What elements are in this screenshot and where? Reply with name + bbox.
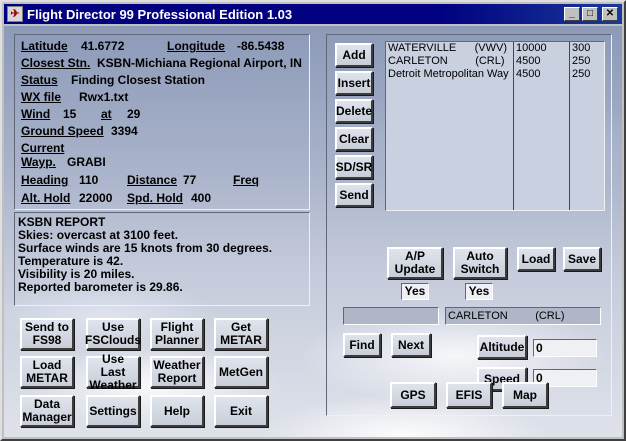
spd-hold-label: Spd. Hold (127, 191, 183, 205)
list-item[interactable]: 4500 (514, 68, 568, 81)
maximize-button[interactable]: □ (582, 7, 598, 21)
gps-button[interactable]: GPS (390, 382, 436, 408)
use-fsclouds-button[interactable]: Use FSClouds (85, 318, 141, 350)
flight-info-panel: Latitude 41.6772 Longitude -86.5438 Clos… (14, 34, 310, 210)
list-item[interactable]: 300 (570, 42, 605, 55)
wx-file-value: Rwx1.txt (79, 90, 129, 104)
flight-plan-panel: Add Insert Delete Clear SD/SR Send WATER… (326, 34, 612, 416)
waypoint-altitude-column: 10000 4500 4500 (513, 42, 568, 210)
button-label: METAR (26, 371, 68, 385)
client-area: Latitude 41.6772 Longitude -86.5438 Clos… (4, 26, 622, 437)
find-button[interactable]: Find (343, 333, 381, 357)
altitude-button[interactable]: Altitude (477, 335, 527, 359)
heading-label: Heading (21, 173, 69, 187)
use-last-weather-button[interactable]: Use Last Weather (86, 351, 140, 391)
next-button[interactable]: Next (391, 333, 431, 357)
metgen-button[interactable]: MetGen (214, 356, 268, 388)
button-label: Manager (22, 410, 72, 424)
freq-label: Freq (233, 173, 260, 187)
auto-switch-state: Yes (465, 283, 493, 300)
list-item[interactable]: 10000 (514, 42, 568, 55)
status-label: Status (21, 73, 58, 87)
exit-button[interactable]: Exit (214, 395, 268, 427)
wind-value: 15 (63, 107, 77, 121)
weather-report-panel: KSBN REPORT Skies: overcast at 3100 feet… (14, 212, 310, 306)
button-label: Use Last (100, 351, 126, 379)
wind-at-value: 29 (127, 107, 141, 121)
save-plan-button[interactable]: Save (563, 247, 601, 271)
button-label: FS98 (32, 333, 62, 347)
longitude-label: Longitude (167, 39, 225, 53)
waypoint-value: GRABI (67, 155, 106, 169)
map-button[interactable]: Map (502, 382, 548, 408)
status-value: Finding Closest Station (71, 73, 205, 87)
closest-station-value: KSBN-Michiana Regional Airport, IN (97, 56, 302, 70)
button-label: Report (157, 371, 197, 385)
load-metar-button[interactable]: Load METAR (20, 356, 74, 388)
waypoint-name-column: WATERVILLE (VWV) CARLETON (CRL) Detroit … (386, 42, 512, 210)
alt-hold-label: Alt. Hold (21, 191, 71, 205)
button-label: FSClouds (85, 333, 141, 347)
report-line: Reported barometer is 29.86. (18, 280, 183, 294)
ap-update-button[interactable]: A/P Update (387, 247, 443, 279)
window-title: Flight Director 99 Professional Edition … (27, 6, 293, 22)
app-window: ✈ Flight Director 99 Professional Editio… (0, 0, 626, 441)
add-waypoint-button[interactable]: Add (335, 43, 373, 67)
settings-button[interactable]: Settings (86, 395, 140, 427)
title-bar[interactable]: ✈ Flight Director 99 Professional Editio… (4, 4, 622, 24)
help-button[interactable]: Help (150, 395, 204, 427)
latitude-value: 41.6772 (81, 39, 125, 53)
send-plan-button[interactable]: Send (335, 183, 373, 207)
longitude-value: -86.5438 (237, 39, 285, 53)
latitude-label: Latitude (21, 39, 68, 53)
ground-speed-label: Ground Speed (21, 124, 104, 138)
ap-update-state: Yes (401, 283, 429, 300)
clear-plan-button[interactable]: Clear (335, 127, 373, 151)
minimize-button[interactable]: _ (564, 7, 580, 21)
heading-value: 110 (79, 173, 99, 187)
selected-waypoint-field[interactable]: CARLETON (CRL) (445, 307, 601, 325)
wx-file-label: WX file (21, 90, 62, 104)
distance-label: Distance (127, 173, 178, 187)
button-label: Weather (89, 377, 137, 392)
distance-value: 77 (183, 173, 197, 187)
list-item[interactable]: 250 (570, 55, 605, 68)
delete-waypoint-button[interactable]: Delete (335, 99, 373, 123)
button-label: METAR (220, 333, 262, 347)
auto-switch-button[interactable]: Auto Switch (453, 247, 507, 279)
flight-planner-button[interactable]: Flight Planner (150, 318, 204, 350)
weather-report-button[interactable]: Weather Report (150, 356, 204, 388)
closest-station-label: Closest Stn. (21, 56, 91, 70)
list-item[interactable]: Detroit Metropolitan Way (386, 68, 512, 81)
ground-speed-value: 3394 (111, 124, 138, 138)
list-item[interactable]: 250 (570, 68, 605, 81)
efis-button[interactable]: EFIS (446, 382, 492, 408)
close-button[interactable]: ✕ (602, 7, 618, 21)
data-manager-button[interactable]: Data Manager (20, 395, 74, 427)
wind-at-label: at (101, 107, 112, 121)
get-metar-button[interactable]: Get METAR (214, 318, 268, 350)
weather-report-text: KSBN REPORT Skies: overcast at 3100 feet… (18, 216, 272, 294)
current-label: Current (21, 141, 65, 155)
wind-label: Wind (21, 107, 51, 121)
search-input[interactable] (343, 307, 439, 325)
spd-hold-value: 400 (191, 191, 212, 205)
load-plan-button[interactable]: Load (517, 247, 555, 271)
alt-hold-value: 22000 (79, 191, 113, 205)
list-item[interactable]: CARLETON (CRL) (386, 55, 512, 68)
list-item[interactable]: WATERVILLE (VWV) (386, 42, 512, 55)
waypoint-speed-column: 300 250 250 (569, 42, 605, 210)
list-item[interactable]: 4500 (514, 55, 568, 68)
button-label: Planner (154, 333, 199, 347)
waypoint-list[interactable]: WATERVILLE (VWV) CARLETON (CRL) Detroit … (385, 41, 605, 211)
waypoint-label: Wayp. (21, 155, 56, 169)
app-icon[interactable]: ✈ (7, 6, 23, 22)
button-label: Update (394, 262, 436, 276)
button-label: Switch (460, 262, 500, 276)
sd-sr-button[interactable]: SD/SR (335, 155, 373, 179)
altitude-input[interactable]: 0 (533, 339, 597, 357)
send-to-fs98-button[interactable]: Send to FS98 (20, 318, 74, 350)
insert-waypoint-button[interactable]: Insert (335, 71, 373, 95)
